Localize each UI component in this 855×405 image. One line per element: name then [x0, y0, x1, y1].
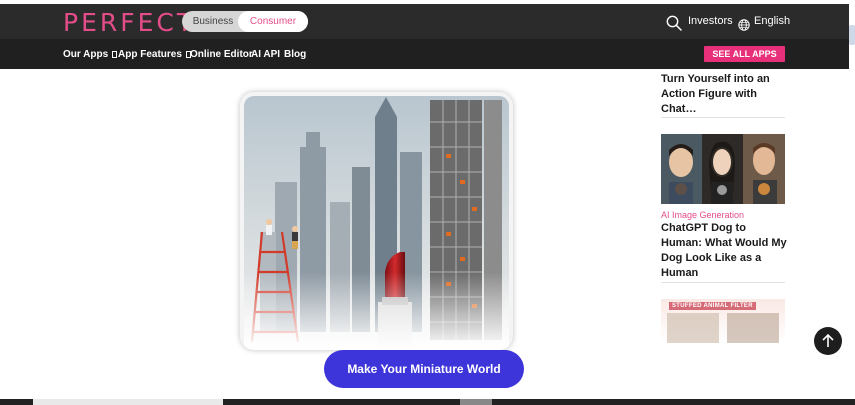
nav-online-editor[interactable]: Online Editor: [190, 49, 253, 60]
scrollbar-thumb[interactable]: [849, 25, 855, 45]
investors-link[interactable]: Investors: [688, 15, 733, 27]
page: PERFECT Business Consumer Investors Engl…: [0, 0, 855, 405]
search-icon[interactable]: [666, 15, 682, 31]
sidebar-article-1-title[interactable]: Turn Yourself into an Action Figure with…: [661, 72, 787, 117]
sidebar-article-2-title[interactable]: ChatGPT Dog to Human: What Would My Dog …: [661, 221, 787, 281]
hero-image-card[interactable]: [240, 92, 513, 350]
dropdown-icon: [112, 51, 118, 58]
stuffed-animal-filter-label: STUFFED ANIMAL FILTER: [669, 302, 756, 310]
business-consumer-toggle[interactable]: Business Consumer: [182, 11, 308, 32]
nav-app-features-label: App Features: [118, 49, 182, 60]
nav-app-features[interactable]: App Features: [118, 49, 191, 60]
bottom-content-strip: [0, 399, 855, 405]
bottom-thumb: [460, 399, 492, 405]
nav-our-apps[interactable]: Our Apps: [63, 49, 118, 60]
top-header: PERFECT Business Consumer Investors Engl…: [0, 4, 849, 39]
scroll-to-top-button[interactable]: [814, 327, 842, 355]
sidebar-article-2-category[interactable]: AI Image Generation: [661, 210, 744, 220]
toggle-business[interactable]: Business: [182, 11, 244, 32]
arrow-up-icon: [822, 333, 834, 347]
miniature-city-image: [244, 96, 509, 350]
globe-icon[interactable]: [738, 19, 750, 31]
make-miniature-world-button[interactable]: Make Your Miniature World: [324, 350, 524, 388]
toggle-consumer[interactable]: Consumer: [238, 11, 308, 32]
sidebar-article-2-thumbnail[interactable]: [661, 134, 785, 204]
main-nav: Our Apps App Features Online Editor AI A…: [0, 39, 849, 69]
nav-ai-api[interactable]: AI API: [251, 49, 280, 60]
nav-blog[interactable]: Blog: [284, 49, 306, 60]
sidebar-divider: [661, 282, 785, 283]
nav-our-apps-label: Our Apps: [63, 49, 109, 60]
sidebar-article-3-thumbnail[interactable]: STUFFED ANIMAL FILTER: [661, 299, 785, 343]
bottom-thumb: [33, 399, 223, 405]
perfect-logo[interactable]: PERFECT: [63, 8, 195, 37]
see-all-apps-button[interactable]: SEE ALL APPS: [704, 46, 785, 62]
sidebar-divider: [661, 117, 785, 118]
dog-to-human-image: [661, 134, 785, 204]
language-selector[interactable]: English: [754, 15, 790, 27]
